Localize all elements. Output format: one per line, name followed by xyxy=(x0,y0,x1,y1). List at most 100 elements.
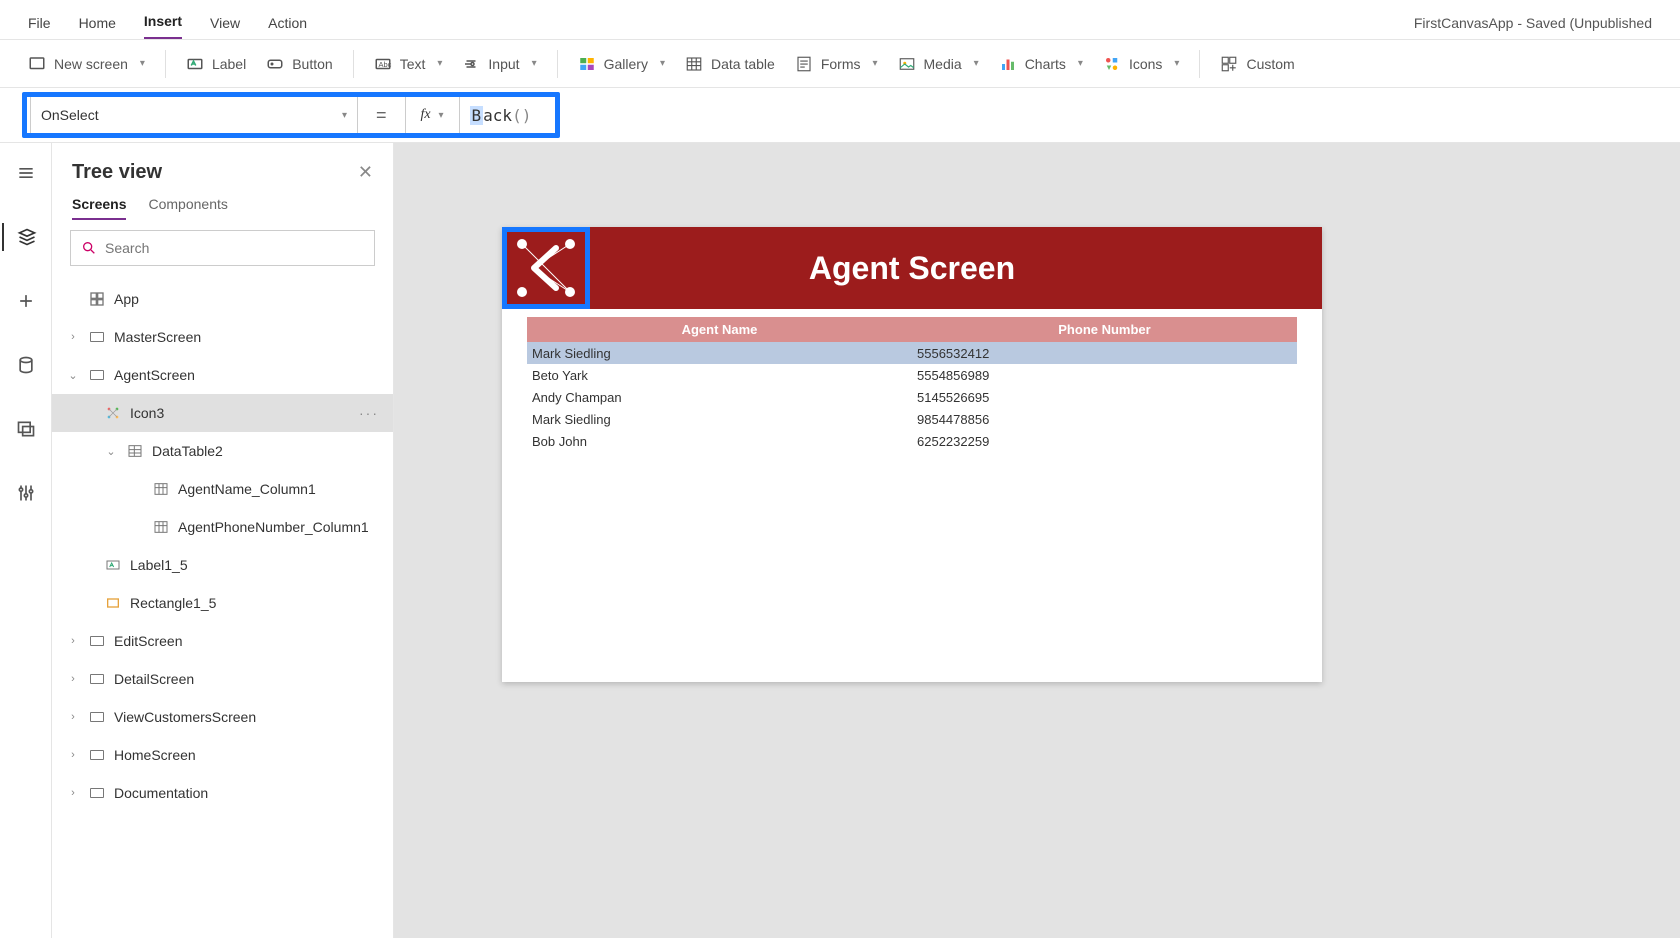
tree-node-label: AgentPhoneNumber_Column1 xyxy=(178,519,369,535)
close-icon[interactable]: ✕ xyxy=(358,162,373,183)
rail-insert[interactable] xyxy=(6,281,46,321)
rail-tree-view[interactable] xyxy=(6,217,46,257)
ribbon-text[interactable]: Abc Text▾ xyxy=(374,55,443,73)
table-row[interactable]: Beto Yark 5554856989 xyxy=(527,364,1297,386)
canvas-area[interactable]: Agent Screen Agent Name Phone Number Mar… xyxy=(394,143,1680,938)
property-selector[interactable]: OnSelect ▾ xyxy=(30,96,358,135)
chevron-down-icon: ▾ xyxy=(974,58,979,69)
more-options-icon[interactable]: ··· xyxy=(359,405,379,421)
cell-name: Andy Champan xyxy=(527,390,912,405)
table-row[interactable]: Mark Siedling 5556532412 xyxy=(527,342,1297,364)
menu-action[interactable]: Action xyxy=(268,15,307,39)
tree-node-label: MasterScreen xyxy=(114,329,201,345)
ribbon-input[interactable]: Input▾ xyxy=(462,55,536,73)
tree-node-masterscreen[interactable]: › MasterScreen xyxy=(52,318,393,356)
label-icon xyxy=(186,55,204,73)
table-header-phone[interactable]: Phone Number xyxy=(912,322,1297,337)
table-header-name[interactable]: Agent Name xyxy=(527,322,912,337)
tree-node-documentation[interactable]: › Documentation xyxy=(52,774,393,812)
custom-icon xyxy=(1220,55,1238,73)
ribbon-custom[interactable]: Custom xyxy=(1220,55,1294,73)
back-icon-control[interactable] xyxy=(507,232,585,304)
tree-node-icon3[interactable]: Icon3 ··· xyxy=(52,394,393,432)
collapse-icon[interactable]: ⌄ xyxy=(104,445,118,458)
expand-icon[interactable]: › xyxy=(66,673,80,685)
ribbon-media[interactable]: Media▾ xyxy=(898,55,979,73)
expand-icon[interactable]: › xyxy=(66,635,80,647)
tree-search-input[interactable] xyxy=(105,240,364,256)
rail-hamburger[interactable] xyxy=(6,153,46,193)
tree-view-title: Tree view xyxy=(72,161,162,184)
expand-icon[interactable]: › xyxy=(66,787,80,799)
menu-file[interactable]: File xyxy=(28,15,51,39)
table-row[interactable]: Bob John 6252232259 xyxy=(527,430,1297,452)
tree-node-label: HomeScreen xyxy=(114,747,196,763)
tree-node-label: Icon3 xyxy=(130,405,164,421)
tree-node-agentphone-column[interactable]: AgentPhoneNumber_Column1 xyxy=(52,508,393,546)
tab-screens[interactable]: Screens xyxy=(72,196,126,220)
chevron-down-icon: ▾ xyxy=(342,110,347,121)
cell-phone: 5554856989 xyxy=(912,368,1297,383)
ribbon-datatable[interactable]: Data table xyxy=(685,55,775,73)
tree-node-agentscreen[interactable]: ⌄ AgentScreen xyxy=(52,356,393,394)
expand-icon[interactable]: › xyxy=(66,331,80,343)
rail-advanced[interactable] xyxy=(6,473,46,513)
table-row[interactable]: Mark Siedling 9854478856 xyxy=(527,408,1297,430)
tree-node-label1-5[interactable]: Label1_5 xyxy=(52,546,393,584)
tab-components[interactable]: Components xyxy=(148,196,227,220)
app-icon xyxy=(88,290,106,308)
tree-node-detailscreen[interactable]: › DetailScreen xyxy=(52,660,393,698)
ribbon-gallery[interactable]: Gallery▾ xyxy=(578,55,665,73)
expand-icon[interactable]: › xyxy=(66,711,80,723)
cell-phone: 9854478856 xyxy=(912,412,1297,427)
tree-node-viewcustomersscreen[interactable]: › ViewCustomersScreen xyxy=(52,698,393,736)
tree-node-label: ViewCustomersScreen xyxy=(114,709,256,725)
ribbon-charts[interactable]: Charts▾ xyxy=(999,55,1083,73)
tree-node-datatable2[interactable]: ⌄ DataTable2 xyxy=(52,432,393,470)
fx-icon: fx xyxy=(420,107,430,123)
fx-button[interactable]: fx ▾ xyxy=(405,96,460,135)
screen-icon xyxy=(88,366,106,384)
tree-node-label: AgentScreen xyxy=(114,367,195,383)
icons-icon xyxy=(1103,55,1121,73)
ribbon-forms[interactable]: Forms▾ xyxy=(795,55,878,73)
ribbon-separator xyxy=(1199,50,1200,78)
screen-icon xyxy=(88,670,106,688)
rail-media[interactable] xyxy=(6,409,46,449)
cell-phone: 6252232259 xyxy=(912,434,1297,449)
cell-name: Mark Siedling xyxy=(527,346,912,361)
menu-home[interactable]: Home xyxy=(79,15,116,39)
data-table[interactable]: Agent Name Phone Number Mark Siedling 55… xyxy=(527,317,1297,452)
formula-input[interactable]: Back() xyxy=(460,96,1680,135)
ribbon-button[interactable]: Button xyxy=(266,55,332,73)
tree-node-label: Documentation xyxy=(114,785,208,801)
ribbon-label[interactable]: Label xyxy=(186,55,246,73)
table-icon xyxy=(126,442,144,460)
tree-search[interactable] xyxy=(70,230,375,266)
chevron-down-icon: ▾ xyxy=(1078,58,1083,69)
expand-icon[interactable]: › xyxy=(66,749,80,761)
cell-phone: 5556532412 xyxy=(912,346,1297,361)
svg-text:Abc: Abc xyxy=(378,60,391,69)
control-icon xyxy=(104,404,122,422)
tree-node-homescreen[interactable]: › HomeScreen xyxy=(52,736,393,774)
tree-node-label: Rectangle1_5 xyxy=(130,595,216,611)
forms-icon xyxy=(795,55,813,73)
column-icon xyxy=(152,518,170,536)
app-status: FirstCanvasApp - Saved (Unpublished xyxy=(1414,15,1652,39)
chevron-down-icon: ▾ xyxy=(1174,58,1179,69)
table-row[interactable]: Andy Champan 5145526695 xyxy=(527,386,1297,408)
tree-app-node[interactable]: App xyxy=(52,280,393,318)
chevron-down-icon: ▾ xyxy=(532,58,537,69)
agent-screen-canvas[interactable]: Agent Screen Agent Name Phone Number Mar… xyxy=(502,227,1322,682)
collapse-icon[interactable]: ⌄ xyxy=(66,369,80,382)
tree-node-agentname-column[interactable]: AgentName_Column1 xyxy=(52,470,393,508)
ribbon-new-screen[interactable]: New screen▾ xyxy=(28,55,145,73)
tree-node-editscreen[interactable]: › EditScreen xyxy=(52,622,393,660)
menu-insert[interactable]: Insert xyxy=(144,13,182,39)
ribbon-icons[interactable]: Icons▾ xyxy=(1103,55,1180,73)
rail-data[interactable] xyxy=(6,345,46,385)
tree-node-rectangle1-5[interactable]: Rectangle1_5 xyxy=(52,584,393,622)
menu-view[interactable]: View xyxy=(210,15,240,39)
ribbon-separator xyxy=(353,50,354,78)
